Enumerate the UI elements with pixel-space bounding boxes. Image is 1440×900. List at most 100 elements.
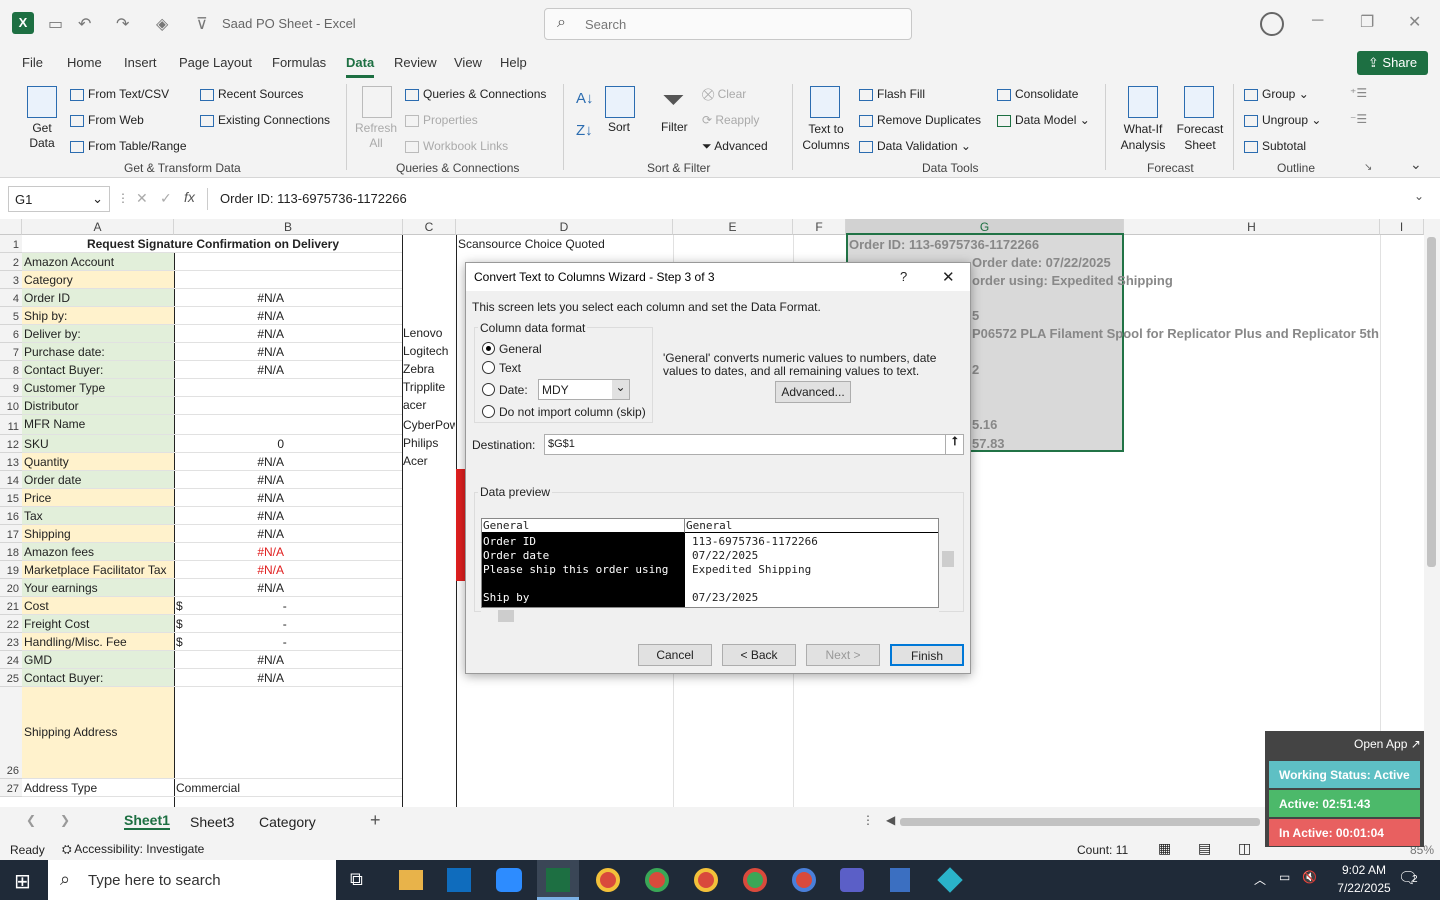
next-sheet-icon[interactable]: ❯ bbox=[60, 813, 70, 827]
cell-b20[interactable]: #N/A bbox=[174, 579, 402, 597]
more-sheets-icon[interactable]: ⋮ bbox=[862, 813, 874, 827]
cell-b18[interactable]: #N/A bbox=[174, 543, 402, 561]
cell-a8[interactable]: Contact Buyer: bbox=[22, 361, 174, 379]
tab-page-layout[interactable]: Page Layout bbox=[179, 55, 252, 70]
row-header-1[interactable]: 1 bbox=[0, 235, 22, 253]
volume-muted-icon[interactable]: 🔇 bbox=[1302, 870, 1317, 884]
cell-b22[interactable]: $ - bbox=[174, 615, 402, 633]
recent-sources-button[interactable]: Recent Sources bbox=[200, 87, 303, 101]
excel-taskbar-app[interactable] bbox=[537, 860, 579, 900]
forecast-sheet-button[interactable]: Forecast Sheet bbox=[1175, 121, 1225, 153]
cell-a11[interactable]: MFR Name bbox=[22, 415, 174, 435]
cell-b10[interactable] bbox=[174, 397, 402, 415]
cell-a23[interactable]: Handling/Misc. Fee bbox=[22, 633, 174, 651]
tab-insert[interactable]: Insert bbox=[124, 55, 157, 70]
flash-fill-button[interactable]: Flash Fill bbox=[859, 87, 925, 101]
cell-a12[interactable]: SKU bbox=[22, 435, 174, 453]
column-header-i[interactable]: I bbox=[1380, 219, 1424, 235]
search-box[interactable]: ⌕ Search bbox=[544, 8, 912, 40]
chrome-icon[interactable] bbox=[645, 868, 669, 892]
refresh-all-button[interactable]: Refresh All bbox=[354, 121, 398, 151]
windows-start-icon[interactable]: ⊞ bbox=[14, 869, 31, 894]
subtotal-button[interactable]: Subtotal bbox=[1244, 139, 1306, 153]
column-header-c[interactable]: C bbox=[403, 219, 456, 235]
existing-connections-button[interactable]: Existing Connections bbox=[200, 113, 330, 127]
cell-b6[interactable]: #N/A bbox=[174, 325, 402, 343]
row-header-19[interactable]: 19 bbox=[0, 561, 22, 579]
help-button[interactable]: ? bbox=[900, 269, 907, 284]
row-header-23[interactable]: 23 bbox=[0, 633, 22, 651]
zoom-icon[interactable] bbox=[496, 868, 522, 892]
cell-b9[interactable] bbox=[174, 379, 402, 397]
scroll-left-icon[interactable]: ◀ bbox=[886, 813, 895, 827]
text-radio-label[interactable]: Text bbox=[499, 361, 521, 375]
preview-hscroll-thumb[interactable] bbox=[498, 610, 514, 622]
cell-b13[interactable]: #N/A bbox=[174, 453, 402, 471]
cell-a27[interactable]: Address Type bbox=[22, 779, 174, 797]
cell-c12[interactable]: Philips bbox=[403, 436, 455, 450]
cell-a9[interactable]: Customer Type bbox=[22, 379, 174, 397]
consolidate-button[interactable]: Consolidate bbox=[997, 87, 1078, 101]
cell-a25[interactable]: Contact Buyer: bbox=[22, 669, 174, 687]
row-header-7[interactable]: 7 bbox=[0, 343, 22, 361]
open-app-link[interactable]: Open App ↗ bbox=[1354, 737, 1421, 751]
remove-duplicates-button[interactable]: Remove Duplicates bbox=[859, 113, 981, 127]
row-header-21[interactable]: 21 bbox=[0, 597, 22, 615]
cell-b26[interactable] bbox=[174, 687, 402, 779]
row-header-8[interactable]: 8 bbox=[0, 361, 22, 379]
chrome-icon[interactable] bbox=[596, 868, 620, 892]
general-radio-label[interactable]: General bbox=[499, 342, 542, 356]
cell-b3[interactable] bbox=[174, 271, 402, 289]
cell-c13[interactable]: Acer bbox=[403, 454, 455, 468]
from-text-csv-button[interactable]: From Text/CSV bbox=[70, 87, 169, 101]
insert-function-icon[interactable]: fx bbox=[184, 189, 195, 205]
advanced-filter-button[interactable]: ⏷ Advanced bbox=[702, 139, 768, 154]
text-to-columns-button[interactable]: Text to Columns bbox=[800, 121, 852, 153]
cell-b7[interactable]: #N/A bbox=[174, 343, 402, 361]
column-header-d[interactable]: D bbox=[456, 219, 673, 235]
skip-radio[interactable] bbox=[482, 405, 495, 418]
normal-view-icon[interactable]: ▦ bbox=[1158, 840, 1171, 857]
row-header-17[interactable]: 17 bbox=[0, 525, 22, 543]
cell-b17[interactable]: #N/A bbox=[174, 525, 402, 543]
vertical-scroll-thumb[interactable] bbox=[1427, 237, 1436, 567]
row-header-26[interactable]: 26 bbox=[0, 687, 22, 779]
sort-za-icon[interactable]: Z↓ bbox=[576, 122, 593, 139]
show-detail-icon[interactable]: ⁺☰ bbox=[1350, 86, 1367, 100]
cell-c11[interactable]: CyberPow bbox=[403, 418, 455, 432]
cell-a20[interactable]: Your earnings bbox=[22, 579, 174, 597]
cell-a24[interactable]: GMD bbox=[22, 651, 174, 669]
row-header-22[interactable]: 22 bbox=[0, 615, 22, 633]
column-header-h[interactable]: H bbox=[1124, 219, 1380, 235]
collapse-ribbon-icon[interactable]: ⌄ bbox=[1410, 156, 1422, 173]
row-header-14[interactable]: 14 bbox=[0, 471, 22, 489]
sheet-tab-sheet1[interactable]: Sheet1 bbox=[124, 812, 170, 830]
prev-sheet-icon[interactable]: ❮ bbox=[26, 813, 36, 827]
cell-g3[interactable]: order using: Expedited Shipping bbox=[972, 273, 1173, 288]
cell-b2[interactable] bbox=[174, 253, 402, 271]
cell-a21[interactable]: Cost bbox=[22, 597, 174, 615]
row-header-15[interactable]: 15 bbox=[0, 489, 22, 507]
tab-review[interactable]: Review bbox=[394, 55, 437, 70]
vertical-scrollbar[interactable] bbox=[1424, 219, 1440, 807]
cell-a26[interactable]: Shipping Address bbox=[22, 687, 174, 779]
row-header-4[interactable]: 4 bbox=[0, 289, 22, 307]
tab-file[interactable]: File bbox=[22, 55, 43, 70]
cell-c6[interactable]: Lenovo bbox=[403, 326, 455, 340]
cell-b4[interactable]: #N/A bbox=[174, 289, 402, 307]
group-button[interactable]: Group ⌄ bbox=[1244, 87, 1309, 101]
tab-data[interactable]: Data bbox=[346, 55, 375, 78]
advanced-button[interactable]: Advanced... bbox=[775, 381, 851, 403]
select-all-corner[interactable] bbox=[0, 219, 22, 235]
cell-a18[interactable]: Amazon fees bbox=[22, 543, 174, 561]
close-icon[interactable]: ✕ bbox=[1408, 12, 1421, 32]
from-table-range-button[interactable]: From Table/Range bbox=[70, 139, 187, 153]
cell-a3[interactable]: Category bbox=[22, 271, 174, 289]
sheet-tab-sheet3[interactable]: Sheet3 bbox=[190, 814, 234, 830]
general-radio[interactable] bbox=[482, 342, 495, 355]
cell-a5[interactable]: Ship by: bbox=[22, 307, 174, 325]
reapply-button[interactable]: ⟳ Reapply bbox=[702, 113, 759, 127]
row-header-18[interactable]: 18 bbox=[0, 543, 22, 561]
taskbar-search[interactable]: ⌕ Type here to search bbox=[48, 860, 336, 900]
cell-b19[interactable]: #N/A bbox=[174, 561, 402, 579]
